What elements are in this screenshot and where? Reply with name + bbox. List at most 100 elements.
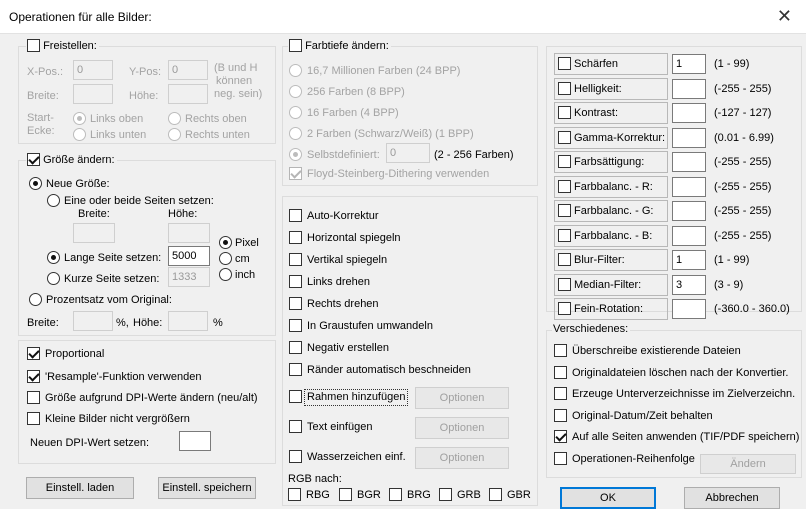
resample-checkbox[interactable]: [27, 370, 40, 383]
color-depth-checkbox[interactable]: [289, 39, 302, 52]
rotate-right-checkbox[interactable]: [289, 297, 302, 310]
crop-height-input[interactable]: [168, 84, 208, 104]
adjust-input[interactable]: [672, 127, 706, 148]
adjust-range: (-255 - 255): [714, 229, 772, 242]
pct-width-input[interactable]: [73, 311, 113, 331]
depth-8-radio[interactable]: [289, 85, 302, 98]
long-side-input[interactable]: 5000: [168, 246, 210, 266]
unit-inch-radio[interactable]: [219, 268, 232, 281]
adjust-input[interactable]: [672, 103, 706, 123]
adjust-input[interactable]: 3: [672, 274, 706, 295]
adjust-input[interactable]: 1: [672, 54, 706, 74]
cancel-button[interactable]: Abbrechen: [684, 487, 780, 509]
text-options-button[interactable]: Optionen: [415, 417, 509, 439]
adjust-checkbox[interactable]: [558, 130, 571, 144]
change-order-button[interactable]: Ändern: [700, 454, 796, 474]
adjust-input[interactable]: [672, 78, 706, 99]
adjust-checkbox[interactable]: [558, 253, 571, 266]
rgb-brg-checkbox[interactable]: [389, 488, 402, 501]
load-settings-button[interactable]: Einstell. laden: [26, 477, 134, 499]
watermark-options-button[interactable]: Optionen: [415, 447, 509, 469]
misc-checkbox[interactable]: [554, 408, 567, 422]
side-height-input[interactable]: [168, 223, 210, 243]
adjust-checkbox[interactable]: [558, 155, 571, 168]
proportional-checkbox[interactable]: [27, 347, 40, 360]
adjust-checkbox[interactable]: [558, 179, 571, 193]
save-settings-button[interactable]: Einstell. speichern: [158, 477, 256, 499]
corner-bottom-right-radio[interactable]: [168, 128, 181, 141]
dpi-size-checkbox[interactable]: [27, 391, 40, 404]
crop-height-label: Höhe:: [129, 90, 159, 102]
depth-custom-radio[interactable]: [289, 148, 302, 161]
adjust-checkbox[interactable]: [558, 57, 571, 70]
adjust-input[interactable]: [672, 225, 706, 246]
unit-cm-radio[interactable]: [219, 252, 232, 265]
adjust-input[interactable]: [672, 152, 706, 172]
negative-checkbox[interactable]: [289, 341, 302, 354]
corner-top-left-radio[interactable]: [73, 112, 86, 125]
text-checkbox[interactable]: [289, 420, 302, 433]
rgb-gbr-checkbox[interactable]: [489, 488, 502, 501]
adjust-checkbox[interactable]: [558, 228, 571, 242]
corner-bottom-left-radio[interactable]: [73, 128, 86, 141]
adjust-input[interactable]: [672, 299, 706, 319]
rgb-bgr-checkbox[interactable]: [339, 488, 352, 501]
adjust-label: Farbbalanc. - R:: [574, 180, 653, 193]
adjust-checkbox[interactable]: [558, 302, 571, 315]
misc-checkbox[interactable]: [554, 344, 567, 357]
side-width-input[interactable]: [73, 223, 115, 243]
adjust-checkbox[interactable]: [558, 277, 571, 291]
dpi-input[interactable]: [179, 431, 211, 451]
misc-checkbox[interactable]: [554, 365, 567, 379]
rotate-left-checkbox[interactable]: [289, 275, 302, 288]
adjust-checkbox[interactable]: [558, 81, 571, 95]
rgb-grb-checkbox[interactable]: [439, 488, 452, 501]
adjust-range: (-255 - 255): [714, 82, 772, 95]
frame-options-button[interactable]: Optionen: [415, 387, 509, 409]
short-side-radio[interactable]: [47, 272, 60, 285]
percent-radio[interactable]: [29, 293, 42, 306]
misc-checkbox[interactable]: [554, 451, 567, 465]
crop-checkbox[interactable]: [27, 39, 40, 52]
rotate-right-label: Rechts drehen: [307, 298, 379, 310]
unit-pixel-radio[interactable]: [219, 236, 232, 249]
new-size-radio[interactable]: [29, 177, 42, 190]
long-side-radio[interactable]: [47, 251, 60, 264]
depth-4-radio[interactable]: [289, 106, 302, 119]
misc-checkbox[interactable]: [554, 430, 567, 443]
short-side-input[interactable]: 1333: [168, 267, 210, 287]
ok-button[interactable]: OK: [560, 487, 656, 509]
grayscale-checkbox[interactable]: [289, 319, 302, 332]
one-or-both-radio[interactable]: [47, 194, 60, 207]
frame-checkbox[interactable]: [289, 390, 302, 403]
watermark-checkbox[interactable]: [289, 450, 302, 463]
no-enlarge-checkbox[interactable]: [27, 412, 40, 425]
color-depth-legend: Farbtiefe ändern:: [288, 39, 391, 52]
adjust-input[interactable]: [672, 176, 706, 197]
misc-label: Erzeuge Unterverzeichnisse im Zielverzei…: [572, 388, 796, 400]
rgb-rbg-checkbox[interactable]: [288, 488, 301, 501]
resize-checkbox[interactable]: [27, 153, 40, 166]
adjust-input[interactable]: 1: [672, 250, 706, 270]
crop-width-input[interactable]: [73, 84, 113, 104]
close-icon[interactable]: ✕: [777, 6, 792, 27]
misc-checkbox[interactable]: [554, 387, 567, 400]
adjust-range: (-360.0 - 360.0): [714, 303, 790, 315]
corner-top-right-radio[interactable]: [168, 112, 181, 125]
dither-checkbox[interactable]: [289, 167, 302, 180]
color-depth-label: Farbtiefe ändern:: [305, 40, 389, 52]
adjust-input[interactable]: [672, 201, 706, 221]
misc-legend: Verschiedenes:: [552, 323, 631, 335]
depth-24-radio[interactable]: [289, 64, 302, 77]
flip-horizontal-checkbox[interactable]: [289, 231, 302, 244]
depth-1-radio[interactable]: [289, 127, 302, 140]
adjust-checkbox[interactable]: [558, 204, 571, 217]
pct-height-input[interactable]: [168, 311, 208, 331]
depth-custom-input[interactable]: 0: [386, 143, 430, 163]
ypos-input[interactable]: 0: [168, 60, 208, 80]
xpos-input[interactable]: 0: [73, 60, 113, 80]
auto-trim-checkbox[interactable]: [289, 363, 302, 376]
auto-correct-checkbox[interactable]: [289, 209, 302, 222]
flip-vertical-checkbox[interactable]: [289, 253, 302, 266]
adjust-checkbox[interactable]: [558, 106, 571, 119]
